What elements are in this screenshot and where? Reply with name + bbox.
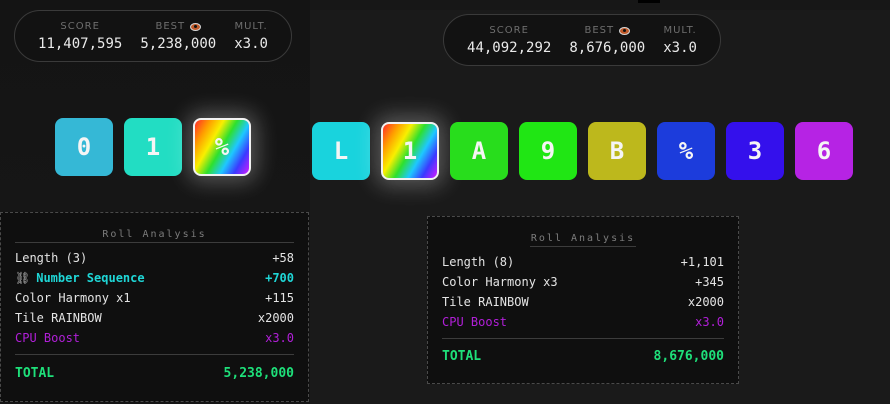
best-label-row: BEST [584, 24, 631, 37]
tile[interactable]: 1 [124, 118, 182, 176]
mult-value: x3.0 [234, 36, 268, 52]
best-stat: BEST 5,238,000 [140, 20, 216, 52]
best-value: 8,676,000 [569, 40, 646, 56]
left-roll-analysis: Roll Analysis Length (3) +58 ⛓ Number Seq… [0, 212, 309, 402]
row-value: +115 [265, 291, 294, 305]
total-value: 8,676,000 [653, 349, 724, 364]
analysis-row: Tile RAINBOW x2000 [15, 311, 294, 325]
title-divider [530, 246, 636, 247]
tile-char: L [333, 137, 349, 165]
right-roll-analysis: Roll Analysis Length (8) +1,101 Color Ha… [427, 216, 739, 384]
score-value: 44,092,292 [467, 40, 552, 56]
tile-char: 9 [540, 137, 556, 165]
mult-stat: MULT. x3.0 [663, 24, 697, 56]
analysis-row: Color Harmony x1 +115 [15, 291, 294, 305]
tile-char: 1 [402, 137, 418, 165]
tile-char: % [678, 137, 694, 165]
eye-icon[interactable] [619, 26, 631, 35]
row-value: x2000 [257, 311, 294, 325]
tile-char: % [214, 133, 230, 161]
top-notch [638, 0, 660, 3]
right-scorebar: SCORE 44,092,292 BEST 8,676,000 MULT. x3… [443, 14, 721, 66]
analysis-total: TOTAL 5,238,000 [15, 366, 294, 381]
tile-char: 0 [76, 133, 92, 161]
tile[interactable]: 0 [55, 118, 113, 176]
best-stat: BEST 8,676,000 [569, 24, 645, 56]
tile-char: 1 [145, 133, 161, 161]
row-label: Length (3) [15, 251, 88, 265]
row-value: +58 [272, 251, 294, 265]
best-value: 5,238,000 [140, 36, 217, 52]
mult-stat: MULT. x3.0 [234, 20, 268, 52]
title-divider [15, 242, 294, 243]
row-label: CPU Boost [15, 331, 81, 345]
tile-char: A [471, 137, 487, 165]
row-label: Color Harmony x3 [442, 275, 558, 289]
score-label: SCORE [489, 25, 529, 36]
row-label-wrap: ⛓ Number Sequence [15, 271, 145, 285]
mult-label: MULT. [663, 25, 697, 36]
tile[interactable]: B [588, 122, 646, 180]
row-label: Color Harmony x1 [15, 291, 131, 305]
analysis-row: Length (8) +1,101 [442, 255, 724, 269]
tile-rainbow[interactable]: 1 [381, 122, 439, 180]
total-divider [15, 354, 294, 355]
row-label: Tile RAINBOW [15, 311, 102, 325]
row-value: +1,101 [680, 255, 724, 269]
eye-icon[interactable] [190, 22, 202, 31]
analysis-total: TOTAL 8,676,000 [442, 349, 724, 364]
tile[interactable]: 9 [519, 122, 577, 180]
total-label: TOTAL [442, 349, 482, 364]
chain-icon: ⛓ [15, 271, 31, 285]
roll-analysis-title: Roll Analysis [102, 229, 207, 240]
best-label: BEST [155, 21, 186, 32]
row-value: x3.0 [695, 315, 724, 329]
row-label: CPU Boost [442, 315, 508, 329]
row-label: Length (8) [442, 255, 515, 269]
score-value: 11,407,595 [38, 36, 123, 52]
mult-value: x3.0 [663, 40, 697, 56]
mult-label: MULT. [234, 21, 268, 32]
best-label: BEST [584, 25, 615, 36]
left-scorebar: SCORE 11,407,595 BEST 5,238,000 MULT. x3… [14, 10, 292, 62]
tile[interactable]: % [657, 122, 715, 180]
analysis-row: Length (3) +58 [15, 251, 294, 265]
analysis-row-cpu-boost: CPU Boost x3.0 [442, 315, 724, 329]
best-label-row: BEST [155, 20, 202, 33]
analysis-row-number-sequence: ⛓ Number Sequence +700 [15, 271, 294, 285]
analysis-row: Color Harmony x3 +345 [442, 275, 724, 289]
analysis-row-cpu-boost: CPU Boost x3.0 [15, 331, 294, 345]
roll-analysis-title: Roll Analysis [530, 233, 636, 244]
row-value: +700 [265, 271, 294, 285]
score-label: SCORE [60, 21, 100, 32]
analysis-row: Tile RAINBOW x2000 [442, 295, 724, 309]
row-label: Number Sequence [36, 271, 145, 285]
tile-char: 3 [747, 137, 763, 165]
tile-char: B [609, 137, 625, 165]
row-value: x3.0 [265, 331, 294, 345]
total-divider [442, 338, 724, 339]
tile[interactable]: 3 [726, 122, 784, 180]
row-label: Tile RAINBOW [442, 295, 529, 309]
tile[interactable]: L [312, 122, 370, 180]
tile-char: 6 [816, 137, 832, 165]
tile[interactable]: 6 [795, 122, 853, 180]
tile-rainbow[interactable]: % [193, 118, 251, 176]
tile[interactable]: A [450, 122, 508, 180]
row-value: +345 [695, 275, 724, 289]
total-value: 5,238,000 [223, 366, 294, 381]
score-stat: SCORE 44,092,292 [467, 24, 551, 56]
score-stat: SCORE 11,407,595 [38, 20, 122, 52]
row-value: x2000 [687, 295, 724, 309]
total-label: TOTAL [15, 366, 55, 381]
